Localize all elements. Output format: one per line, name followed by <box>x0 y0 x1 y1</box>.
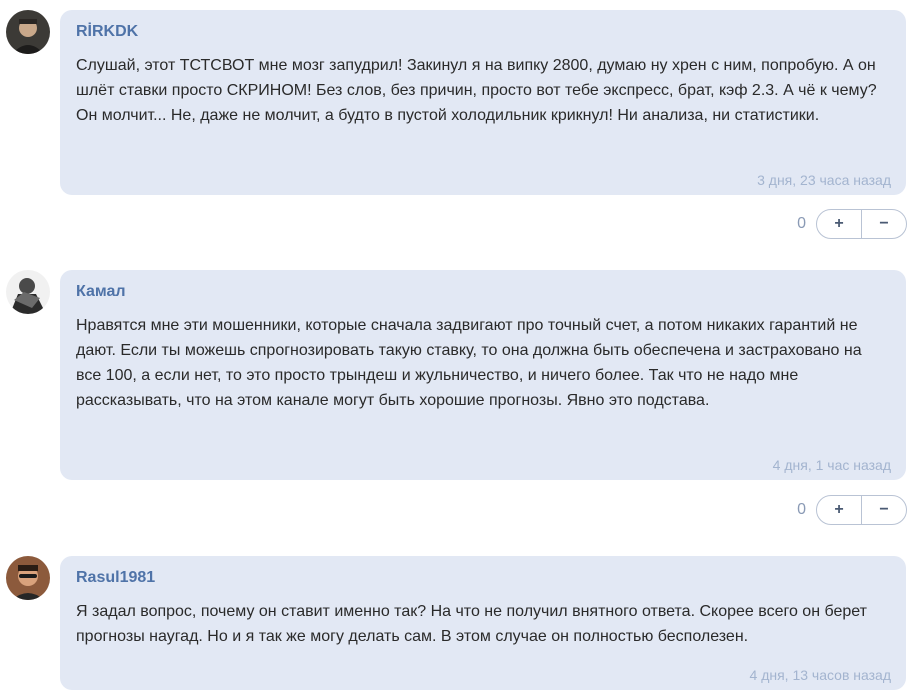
author-name[interactable]: Rasul1981 <box>76 568 890 588</box>
timestamp[interactable]: 4 дня, 13 часов назад <box>750 666 891 684</box>
comment-bubble: Rasul1981 Я задал вопрос, почему он став… <box>60 556 906 690</box>
comment-text: Я задал вопрос, почему он ставит именно … <box>76 603 867 645</box>
comment: Rasul1981 Я задал вопрос, почему он став… <box>0 0 913 697</box>
avatar[interactable] <box>6 556 50 600</box>
